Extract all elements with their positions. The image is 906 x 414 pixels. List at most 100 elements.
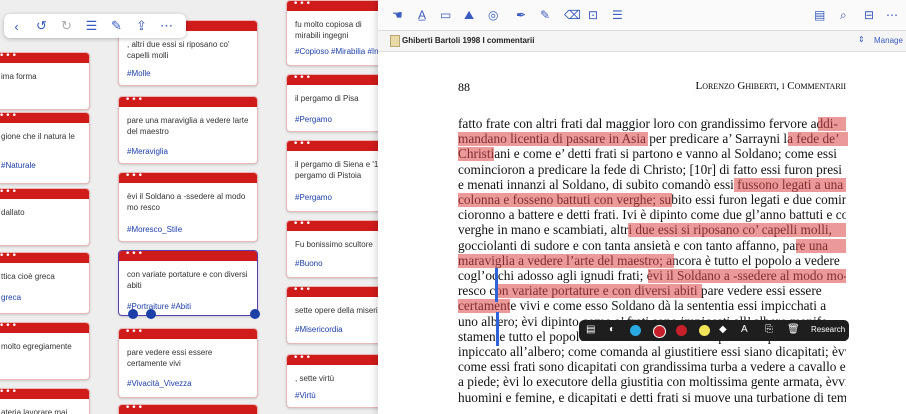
note-text: il pergamo di Siena e '1 pergamo di Pist… xyxy=(295,160,378,180)
annotation-popover: ▤ ◐ ◆ A ⎘ 🗑 Research xyxy=(579,320,849,341)
text-tool-icon[interactable]: A̲ xyxy=(418,8,426,22)
edit-icon[interactable]: ✎ xyxy=(104,18,129,34)
running-head: Lorenzo Ghiberti, i Commentarii xyxy=(695,80,846,92)
palette-icon[interactable]: ◐ xyxy=(609,324,615,335)
note-card[interactable]: •••, sette virtù #Virtù xyxy=(286,354,378,408)
highlight-mark[interactable] xyxy=(796,238,846,253)
pen-tool-icon[interactable]: ✒ xyxy=(516,8,526,22)
note-text: sette opere della misericordia xyxy=(295,306,378,315)
text-line: huomini e femine, e dicapitati e detti f… xyxy=(458,389,846,405)
highlight-mark[interactable] xyxy=(458,193,672,207)
note-card[interactable]: ••• il pergamo di Siena e '1 pergamo di P… xyxy=(286,140,378,212)
highlight-mark[interactable] xyxy=(458,299,510,314)
note-text: ima forma xyxy=(1,72,37,81)
color-yellow[interactable] xyxy=(699,325,710,336)
note-card-selected[interactable]: ••• con variate portature e con diversi a… xyxy=(118,250,258,316)
delete-icon[interactable]: 🗑 xyxy=(787,324,800,335)
note-card[interactable]: ••• xyxy=(118,404,258,414)
card-handle[interactable] xyxy=(250,309,260,319)
share-icon[interactable]: ⇪ xyxy=(129,18,154,34)
highlight-mark[interactable] xyxy=(648,269,846,283)
note-card[interactable]: ••• ttica cioè greca greca xyxy=(0,252,90,314)
note-text: il pergamo di Pisa xyxy=(295,94,359,103)
highlight-mark[interactable] xyxy=(458,147,494,162)
note-tag[interactable]: #Meraviglia xyxy=(127,147,168,156)
color-cyan[interactable] xyxy=(630,325,641,336)
note-card[interactable]: ••• il pergamo di Pisa #Pergamo xyxy=(286,74,378,132)
note-card[interactable]: ••• dallato xyxy=(0,188,90,246)
note-tag[interactable]: #Buono xyxy=(295,259,323,268)
note-card[interactable]: ••• fu molto copiosa di mirabili ingegni #… xyxy=(286,0,378,66)
note-card[interactable]: •••sette opere della misericordia#Miseri… xyxy=(286,286,378,344)
highlight-mark[interactable] xyxy=(788,132,848,147)
text-line: certamente vivi e come esso Soldano dà l… xyxy=(458,298,827,314)
note-text: Fu bonissimo scultore xyxy=(295,240,373,249)
highlight-mark[interactable] xyxy=(458,253,674,268)
reader-toolbar: ☚ A̲ ▭ ⛰ ◎ ✒ ✎ ⌫ ⊡ ☰ ▤ ⌕ ⊟ ⋯ xyxy=(378,0,906,31)
highlight-mark[interactable] xyxy=(818,117,846,131)
note-tag[interactable]: #Copioso #Mirabilia #Ingegno xyxy=(295,47,378,56)
highlighter-icon[interactable]: ✎ xyxy=(540,8,550,22)
board-toolbar: ‹ ↺ ↻ ☰ ✎ ⇪ ⋯ xyxy=(4,14,186,38)
highlight-mark[interactable] xyxy=(496,284,702,299)
note-text: gione che il natura le xyxy=(1,132,75,141)
more-icon[interactable]: ⋯ xyxy=(154,18,179,34)
eraser-icon[interactable]: ⌫ xyxy=(564,8,581,22)
note-tag[interactable]: #Naturale xyxy=(1,161,36,170)
note-tool-icon[interactable]: ☰ xyxy=(612,8,623,22)
document-icon[interactable]: ▤ xyxy=(814,8,825,22)
selection-handle[interactable] xyxy=(496,312,499,346)
text-line: a piede; èvi lo executore della giustiti… xyxy=(458,374,846,390)
highlight-mark[interactable] xyxy=(458,132,648,147)
note-card[interactable]: ••• ateria lavorare mai xyxy=(0,388,90,414)
text-style-icon[interactable]: A xyxy=(741,324,748,335)
note-text: èvi il Soldano a -ssedere al modo mo res… xyxy=(127,192,246,212)
hand-tool-icon[interactable]: ☚ xyxy=(392,8,403,22)
redo-icon[interactable]: ↻ xyxy=(54,18,79,34)
textbox-icon[interactable]: ⊡ xyxy=(588,8,598,22)
note-card[interactable]: ••• pare una maraviglia a vedere larte de… xyxy=(118,96,258,164)
note-card[interactable]: ••• pare vedere essi essere certamente vi… xyxy=(118,328,258,398)
eraser-icon[interactable]: ◆ xyxy=(719,324,727,335)
note-card[interactable]: ••• molto egregiamente xyxy=(0,322,90,380)
note-tag[interactable]: #Moresco_Stile xyxy=(127,225,182,234)
manage-button[interactable]: Manage xyxy=(874,36,903,45)
search-icon[interactable]: ⌕ xyxy=(840,8,847,23)
bookmark-icon[interactable]: ⊟ xyxy=(864,8,874,22)
note-tag[interactable]: #Virtù xyxy=(295,391,316,400)
copy-icon[interactable]: ⎘ xyxy=(765,324,773,335)
selection-handle[interactable] xyxy=(495,268,498,302)
note-card[interactable]: ••• Fu bonissimo scultore #Buono xyxy=(286,220,378,278)
more-icon[interactable]: ⋯ xyxy=(886,8,898,22)
research-button[interactable]: Research xyxy=(811,325,845,334)
note-tag[interactable]: #Pergamo xyxy=(295,193,332,202)
card-handle[interactable] xyxy=(146,309,156,319)
note-tag[interactable]: #Misericordia xyxy=(295,325,343,334)
note-tag[interactable]: #Molle xyxy=(127,69,151,78)
note-tag[interactable]: #Pergamo xyxy=(295,115,332,124)
comment-icon[interactable]: ▤ xyxy=(586,324,595,335)
note-text: fu molto copiosa di mirabili ingegni xyxy=(295,20,362,40)
note-tag[interactable]: #Vivacità_Vivezza xyxy=(127,379,192,388)
text-line: cioronno a battere e detti frati. Ivi è … xyxy=(458,207,846,223)
color-red[interactable] xyxy=(676,325,687,336)
note-card[interactable]: ••• ima forma xyxy=(0,52,90,110)
text-line: comincioron a predicare la fede di Chris… xyxy=(458,161,843,177)
note-card[interactable]: ••• gione che il natura le #Naturale xyxy=(0,112,90,184)
undo-icon[interactable]: ↺ xyxy=(29,18,54,34)
highlight-mark[interactable] xyxy=(628,223,846,238)
card-handle[interactable] xyxy=(128,309,138,319)
image-tool-icon[interactable]: ⛰ xyxy=(464,8,474,23)
highlight-mark[interactable] xyxy=(734,177,846,192)
list-icon[interactable]: ☰ xyxy=(79,18,104,34)
document-tab[interactable]: Ghiberti Bartoli 1998 I commentarii ⇕ Ma… xyxy=(378,31,906,52)
note-card[interactable]: ••• èvi il Soldano a -ssedere al modo mo … xyxy=(118,172,258,242)
shape-tool-icon[interactable]: ◎ xyxy=(488,8,498,22)
sort-icon[interactable]: ⇕ xyxy=(858,35,865,44)
note-text: ttica cioè greca xyxy=(1,272,55,281)
note-text: dallato xyxy=(1,208,25,217)
rect-select-icon[interactable]: ▭ xyxy=(440,8,451,22)
note-tag[interactable]: greca xyxy=(1,293,21,302)
back-icon[interactable]: ‹ xyxy=(4,19,29,34)
color-red-outline[interactable] xyxy=(653,325,666,338)
